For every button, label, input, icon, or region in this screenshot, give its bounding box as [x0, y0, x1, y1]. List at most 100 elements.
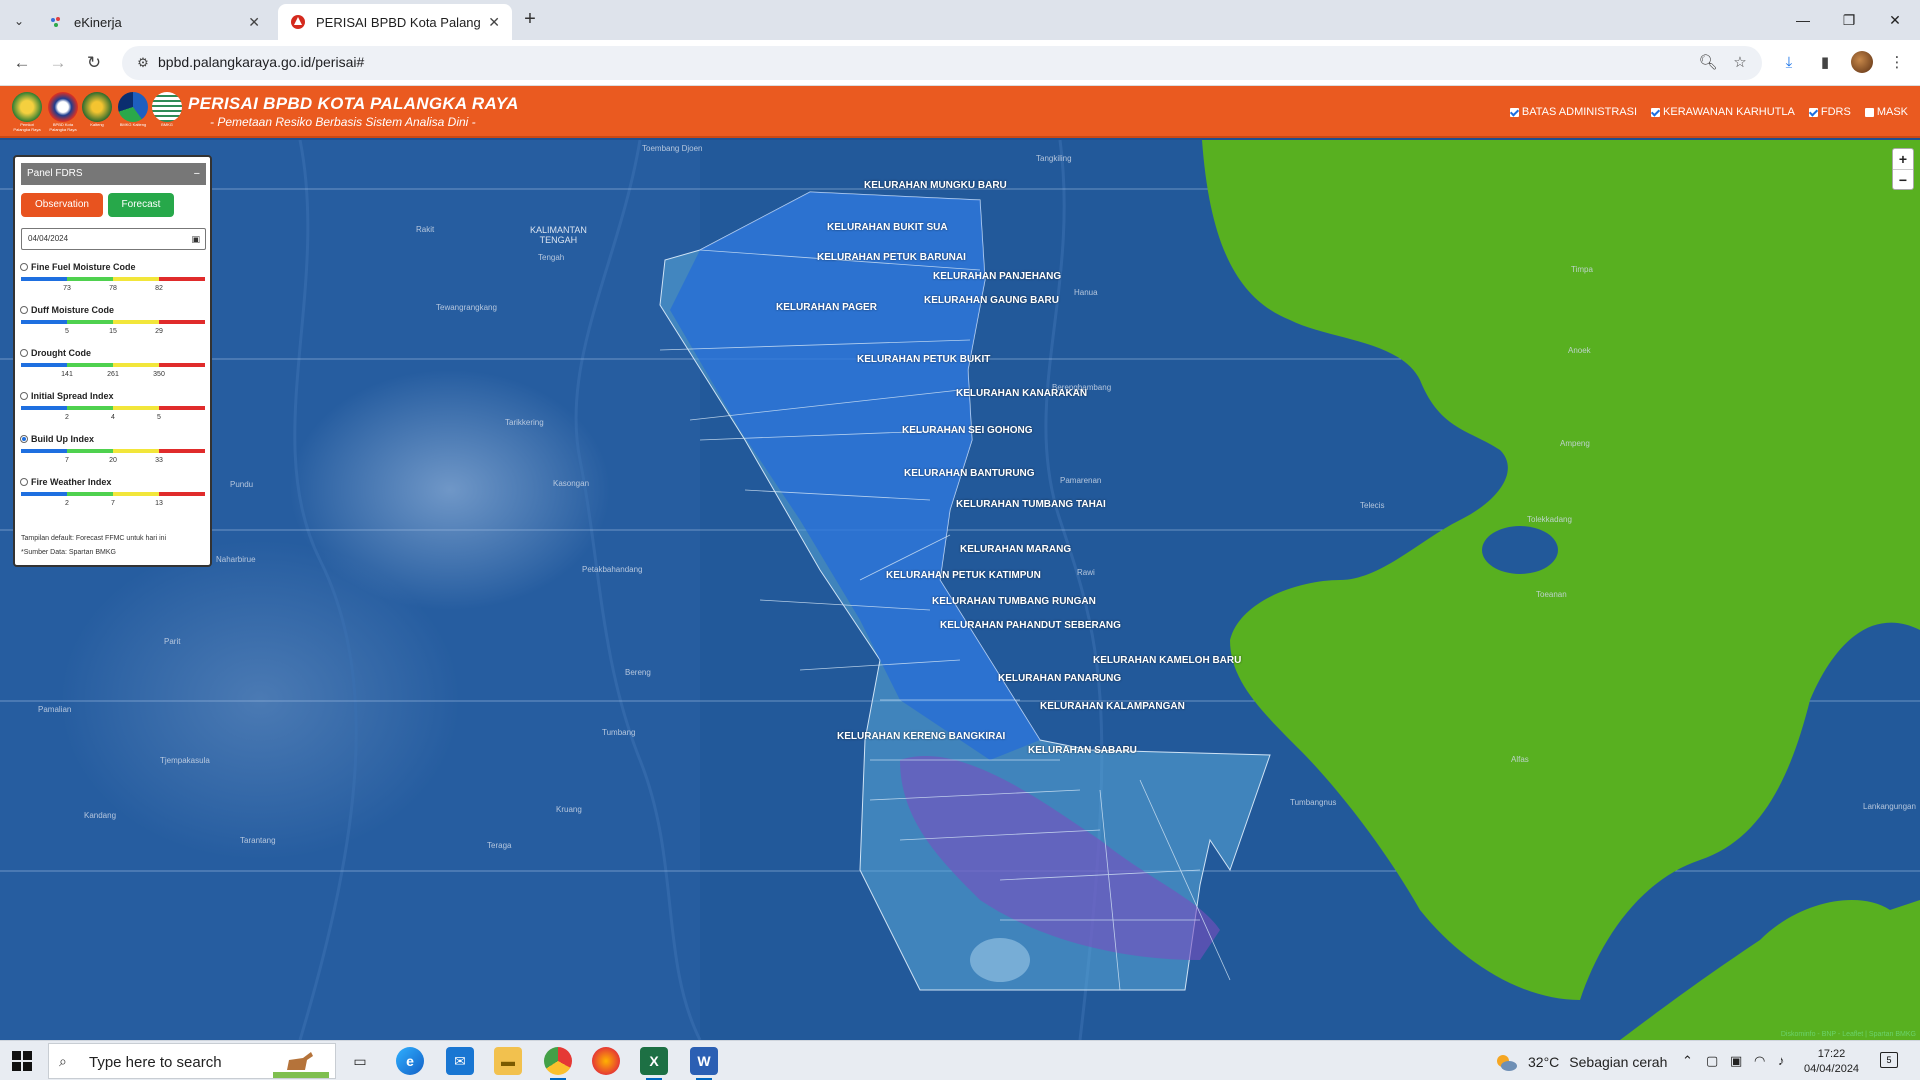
index-option[interactable]: Duff Moisture Code 5 15 29	[20, 305, 208, 346]
index-option[interactable]: Build Up Index 7 20 33	[20, 434, 208, 475]
scale-segment	[159, 492, 205, 496]
excel-icon[interactable]: X	[640, 1047, 668, 1080]
close-tab-icon[interactable]: ✕	[488, 14, 500, 31]
logo-caption: BMKG	[161, 122, 173, 127]
display-icon[interactable]: ▣	[1730, 1053, 1742, 1069]
place-label: Rakit	[416, 225, 435, 234]
layer-label: FDRS	[1820, 106, 1851, 118]
forward-icon[interactable]: →	[46, 51, 70, 75]
map-attribution[interactable]: Diskominfo - BNP - Leaflet | Spartan BMK…	[1781, 1031, 1916, 1038]
index-name: Fire Weather Index	[31, 477, 112, 487]
radio-button[interactable]	[20, 478, 28, 486]
place-label: Teraga	[487, 841, 512, 850]
kelurahan-label: KELURAHAN PAGER	[776, 302, 877, 313]
layer-toggle-fdrs[interactable]: FDRS	[1808, 106, 1851, 118]
windows-start-icon[interactable]	[12, 1051, 32, 1071]
logo-caption: BMKG Kalteng	[119, 122, 147, 127]
task-view-icon[interactable]: ▭	[346, 1047, 374, 1075]
checkbox-icon[interactable]	[1808, 107, 1818, 117]
scale-segment	[21, 406, 67, 410]
profile-avatar[interactable]	[1851, 51, 1873, 73]
edge-icon[interactable]: e	[396, 1047, 424, 1075]
radio-button[interactable]	[20, 435, 28, 443]
close-window-icon[interactable]: ✕	[1880, 8, 1910, 32]
firefox-icon[interactable]	[592, 1047, 620, 1075]
clock-time: 17:22	[1817, 1048, 1846, 1060]
browser-tab-bar: ⌄ eKinerja ✕ PERISAI BPBD Kota Palangka …	[0, 0, 1920, 40]
index-option[interactable]: Fire Weather Index 2 7 13	[20, 477, 208, 518]
tab-search-button[interactable]: ⌄	[8, 10, 30, 32]
system-clock[interactable]: 17:22 04/04/2024	[1804, 1047, 1859, 1077]
tab-ekinerja[interactable]: eKinerja ✕	[36, 4, 272, 40]
map-canvas[interactable]: KALIMANTAN TENGAH Toembang Djoen Rakit Tew…	[0, 140, 1920, 1040]
side-panel-icon[interactable]: ▮	[1814, 52, 1836, 74]
close-tab-icon[interactable]: ✕	[248, 14, 260, 31]
calendar-icon[interactable]: ▣	[191, 229, 200, 249]
layer-label: KERAWANAN KARHUTLA	[1663, 106, 1795, 118]
scale-tick-label: 5	[65, 328, 69, 335]
show-hidden-icons-icon[interactable]: ⌃	[1682, 1053, 1693, 1069]
observation-button[interactable]: Observation	[21, 193, 103, 217]
radio-button[interactable]	[20, 392, 28, 400]
index-name: Drought Code	[31, 348, 91, 358]
bookmark-star-icon[interactable]: ☆	[1730, 53, 1750, 73]
layer-toggle-kerawanan-karhutla[interactable]: KERAWANAN KARHUTLA	[1651, 106, 1795, 118]
scale-tick-label: 78	[109, 285, 117, 292]
place-label: Kandang	[84, 811, 117, 820]
tab-perisai[interactable]: PERISAI BPBD Kota Palangka Ra ✕	[278, 4, 512, 40]
site-subtitle: - Pemetaan Resiko Berbasis Sistem Analis…	[210, 115, 476, 129]
place-label: Parit	[164, 637, 181, 646]
back-icon[interactable]: ←	[10, 51, 34, 75]
restore-icon[interactable]: ❐	[1834, 8, 1864, 32]
checkbox-icon[interactable]	[1509, 107, 1519, 117]
chrome-icon[interactable]	[544, 1047, 572, 1080]
zoom-in-button[interactable]: +	[1893, 149, 1913, 169]
taskbar-search-box[interactable]: ⌕ Type here to search	[48, 1043, 336, 1079]
site-title: PERISAI BPBD KOTA PALANGKA RAYA	[188, 94, 519, 113]
site-info-icon[interactable]: ⚙	[134, 54, 152, 72]
ekinerja-favicon-icon	[51, 17, 60, 27]
kelurahan-label: KELURAHAN MARANG	[960, 544, 1072, 555]
minimize-icon[interactable]: —	[1788, 8, 1818, 32]
radio-button[interactable]	[20, 306, 28, 314]
notification-icon[interactable]: 5	[1880, 1052, 1898, 1068]
zoom-out-button[interactable]: −	[1893, 169, 1913, 189]
download-icon[interactable]: ⤓	[1778, 52, 1800, 74]
reload-icon[interactable]: ↻	[82, 51, 106, 75]
url-text[interactable]: bpbd.palangkaraya.go.id/perisai#	[158, 54, 364, 70]
kelurahan-label: KELURAHAN MUNGKU BARU	[864, 180, 1007, 191]
radio-button[interactable]	[20, 263, 28, 271]
weather-widget[interactable]: 32°C Sebagian cerah	[1494, 1052, 1667, 1072]
index-option[interactable]: Drought Code 141 261 350	[20, 348, 208, 389]
index-option[interactable]: Fine Fuel Moisture Code 73 78 82	[20, 262, 208, 303]
scale-segment	[113, 320, 159, 324]
checkbox-icon[interactable]	[1651, 107, 1661, 117]
browser-menu-icon[interactable]: ⋮	[1886, 52, 1908, 74]
mail-icon[interactable]: ✉	[446, 1047, 474, 1075]
place-label: Tolekkadang	[1527, 515, 1572, 524]
date-input[interactable]: 04/04/2024 ▣	[21, 228, 206, 250]
search-icon: ⌕	[59, 1053, 67, 1069]
file-explorer-icon[interactable]: ▬	[494, 1047, 522, 1075]
place-label: Tarikkering	[505, 418, 544, 427]
layer-toggle-batas-administrasi[interactable]: BATAS ADMINISTRASI	[1509, 106, 1637, 118]
layer-toggle-mask[interactable]: MASK	[1864, 106, 1908, 118]
word-icon[interactable]: W	[690, 1047, 718, 1080]
network-icon[interactable]: ◠	[1754, 1053, 1765, 1069]
address-bar[interactable]: ⚙ bpbd.palangkaraya.go.id/perisai# 🔍︎ ☆	[122, 46, 1762, 80]
address-toolbar: ← → ↻ ⚙ bpbd.palangkaraya.go.id/perisai#…	[0, 40, 1920, 86]
scale-segment	[159, 320, 205, 324]
scale-segment	[21, 449, 67, 453]
checkbox-icon[interactable]	[1864, 107, 1874, 117]
scale-segment	[159, 277, 205, 281]
zoom-search-icon[interactable]: 🔍︎	[1698, 53, 1718, 73]
forecast-button[interactable]: Forecast	[108, 193, 174, 217]
index-option[interactable]: Initial Spread Index 2 4 5	[20, 391, 208, 432]
meet-now-icon[interactable]: ▢	[1706, 1053, 1718, 1069]
kelurahan-label: KELURAHAN KERENG BANGKIRAI	[837, 731, 1006, 742]
new-tab-button[interactable]: +	[518, 8, 542, 32]
volume-icon[interactable]: ♪	[1778, 1053, 1785, 1068]
scale-segment	[21, 277, 67, 281]
collapse-icon[interactable]: −	[194, 163, 200, 185]
radio-button[interactable]	[20, 349, 28, 357]
